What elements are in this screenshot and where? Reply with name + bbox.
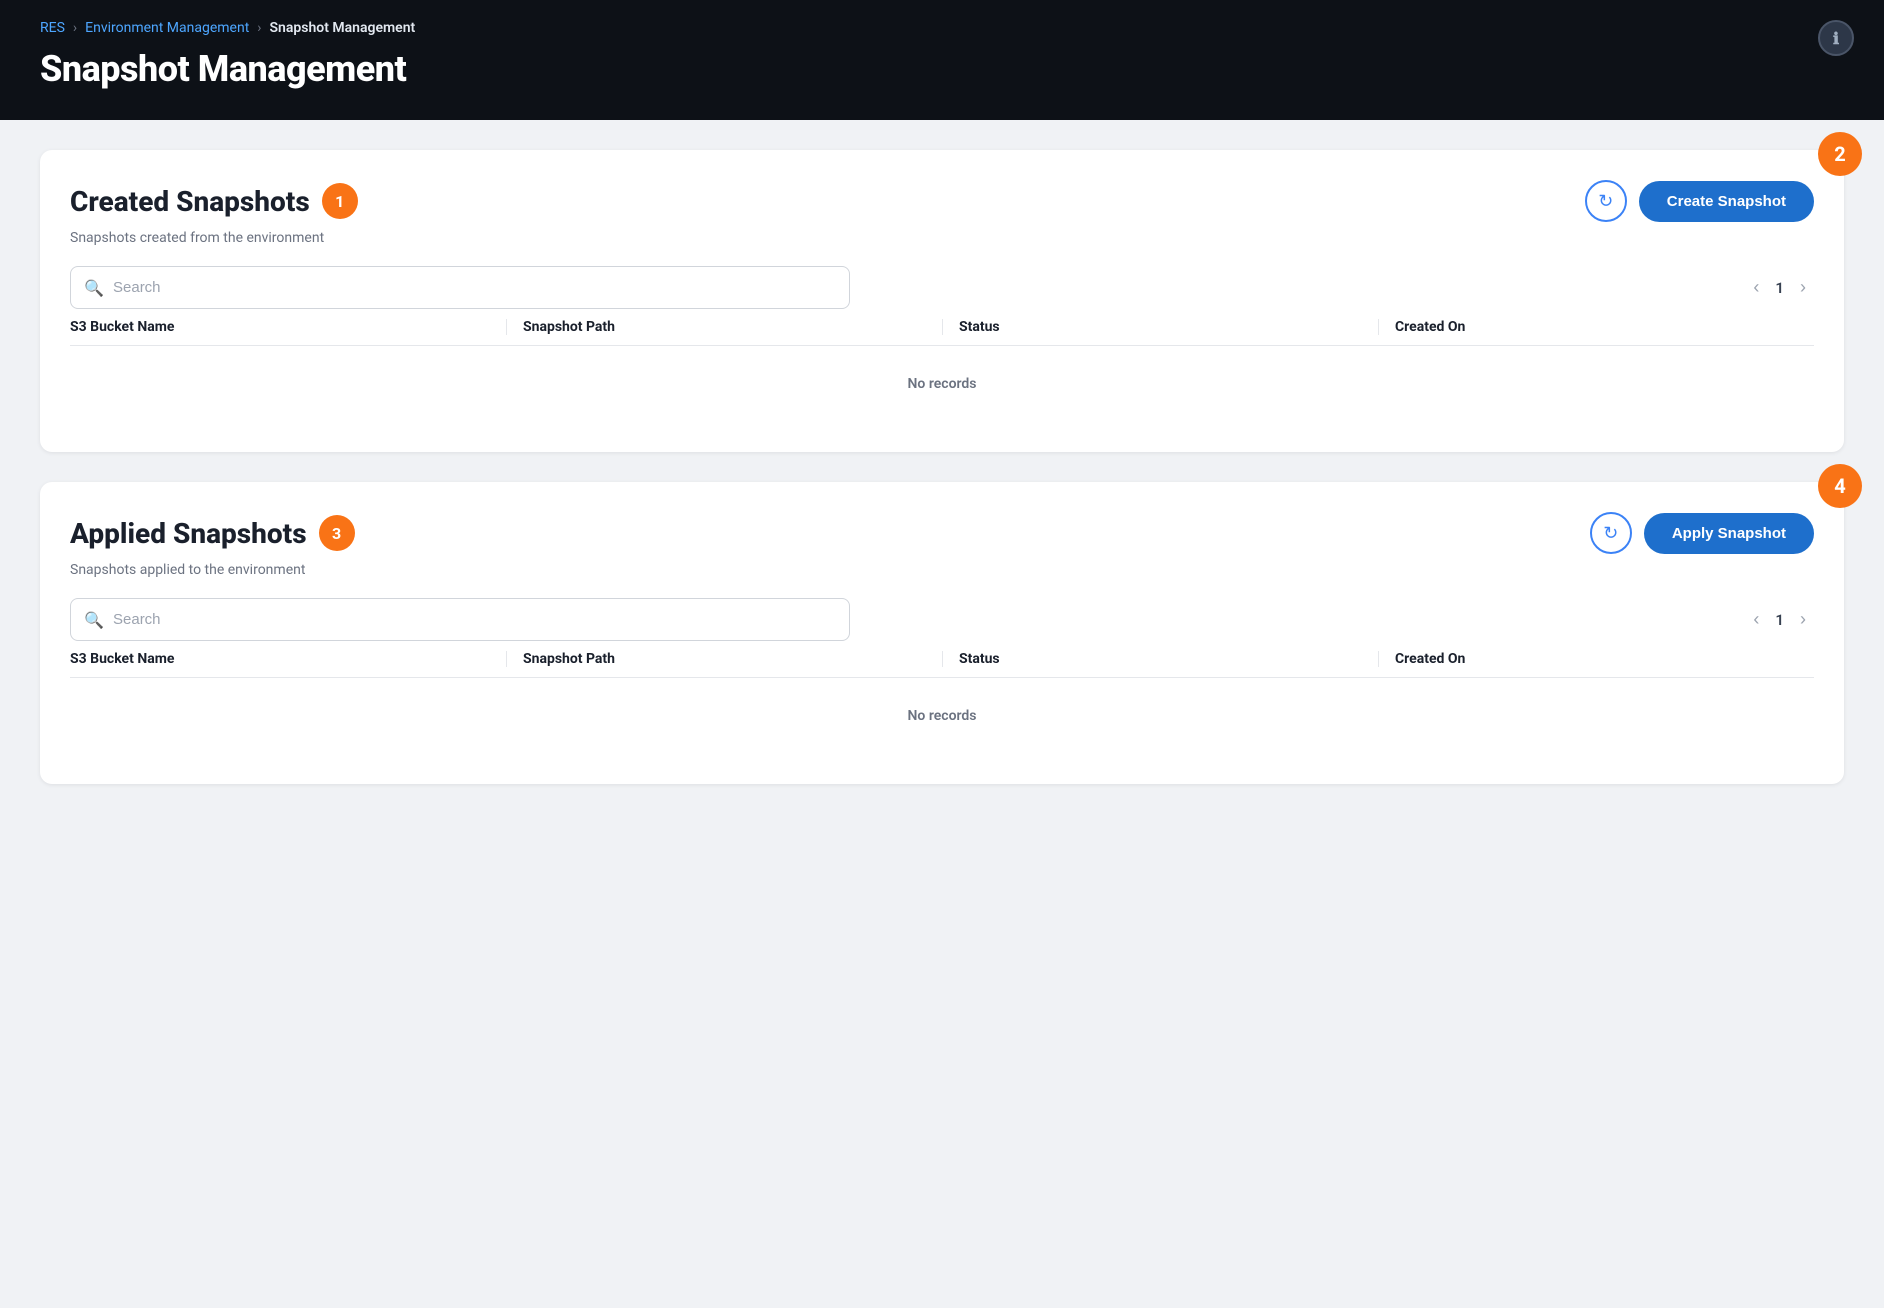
created-pagination: ‹ 1 › bbox=[1725, 273, 1814, 302]
applied-col-s3-bucket: S3 Bucket Name bbox=[70, 651, 506, 667]
applied-prev-page[interactable]: ‹ bbox=[1745, 605, 1767, 634]
applied-snapshots-title: Applied Snapshots bbox=[70, 517, 307, 550]
applied-snapshots-card: 4 Applied Snapshots 3 ↻ Apply Snapshot S… bbox=[40, 482, 1844, 784]
main-content: 2 Created Snapshots 1 ↻ Create Snapshot … bbox=[0, 120, 1884, 814]
applied-next-page[interactable]: › bbox=[1792, 605, 1814, 634]
applied-step-badge: 4 bbox=[1818, 464, 1862, 508]
apply-snapshot-button[interactable]: Apply Snapshot bbox=[1644, 513, 1814, 554]
created-card-actions: ↻ Create Snapshot bbox=[1585, 180, 1814, 222]
applied-description: Snapshots applied to the environment bbox=[70, 562, 1814, 578]
created-card-header: Created Snapshots 1 ↻ Create Snapshot bbox=[70, 180, 1814, 222]
created-col-created-on: Created On bbox=[1378, 319, 1814, 335]
created-next-page[interactable]: › bbox=[1792, 273, 1814, 302]
breadcrumb-snapshot-mgmt: Snapshot Management bbox=[270, 20, 416, 36]
breadcrumb-sep-1: › bbox=[73, 20, 77, 36]
created-prev-page[interactable]: ‹ bbox=[1745, 273, 1767, 302]
created-snapshots-title: Created Snapshots bbox=[70, 185, 310, 218]
applied-table-header: S3 Bucket Name Snapshot Path Status Crea… bbox=[70, 641, 1814, 678]
created-col-s3-bucket: S3 Bucket Name bbox=[70, 319, 506, 335]
applied-refresh-icon: ↻ bbox=[1603, 523, 1618, 544]
page-title: Snapshot Management bbox=[40, 48, 1844, 90]
breadcrumb-env-mgmt[interactable]: Environment Management bbox=[85, 20, 249, 36]
created-search-input[interactable] bbox=[70, 266, 850, 309]
applied-card-actions: ↻ Apply Snapshot bbox=[1590, 512, 1814, 554]
applied-search-icon: 🔍 bbox=[84, 610, 104, 629]
refresh-icon: ↻ bbox=[1598, 191, 1613, 212]
applied-search-row: 🔍 ‹ 1 › bbox=[70, 598, 1814, 641]
applied-badge: 3 bbox=[319, 515, 355, 551]
created-search-wrapper: 🔍 bbox=[70, 266, 850, 309]
created-step-badge: 2 bbox=[1818, 132, 1862, 176]
create-snapshot-button[interactable]: Create Snapshot bbox=[1639, 181, 1814, 222]
applied-col-created-on: Created On bbox=[1378, 651, 1814, 667]
info-icon: ℹ bbox=[1833, 29, 1839, 48]
applied-page-number: 1 bbox=[1775, 611, 1784, 629]
applied-card-header: Applied Snapshots 3 ↻ Apply Snapshot bbox=[70, 512, 1814, 554]
breadcrumb-res[interactable]: RES bbox=[40, 20, 65, 36]
applied-search-wrapper: 🔍 bbox=[70, 598, 850, 641]
breadcrumb: RES › Environment Management › Snapshot … bbox=[40, 20, 1844, 36]
created-page-number: 1 bbox=[1775, 279, 1784, 297]
applied-pagination: ‹ 1 › bbox=[1725, 605, 1814, 634]
created-refresh-button[interactable]: ↻ bbox=[1585, 180, 1627, 222]
page-header: RES › Environment Management › Snapshot … bbox=[0, 0, 1884, 120]
applied-refresh-button[interactable]: ↻ bbox=[1590, 512, 1632, 554]
created-search-row: 🔍 ‹ 1 › bbox=[70, 266, 1814, 309]
created-snapshots-card: 2 Created Snapshots 1 ↻ Create Snapshot … bbox=[40, 150, 1844, 452]
created-col-status: Status bbox=[942, 319, 1378, 335]
applied-col-status: Status bbox=[942, 651, 1378, 667]
breadcrumb-sep-2: › bbox=[257, 20, 261, 36]
applied-col-snapshot-path: Snapshot Path bbox=[506, 651, 942, 667]
created-description: Snapshots created from the environment bbox=[70, 230, 1814, 246]
created-no-records: No records bbox=[70, 346, 1814, 422]
created-badge: 1 bbox=[322, 183, 358, 219]
applied-search-input[interactable] bbox=[70, 598, 850, 641]
created-col-snapshot-path: Snapshot Path bbox=[506, 319, 942, 335]
info-button[interactable]: ℹ bbox=[1818, 20, 1854, 56]
created-search-icon: 🔍 bbox=[84, 278, 104, 297]
applied-title-section: Applied Snapshots 3 bbox=[70, 515, 355, 551]
created-title-section: Created Snapshots 1 bbox=[70, 183, 358, 219]
created-table-header: S3 Bucket Name Snapshot Path Status Crea… bbox=[70, 309, 1814, 346]
applied-no-records: No records bbox=[70, 678, 1814, 754]
